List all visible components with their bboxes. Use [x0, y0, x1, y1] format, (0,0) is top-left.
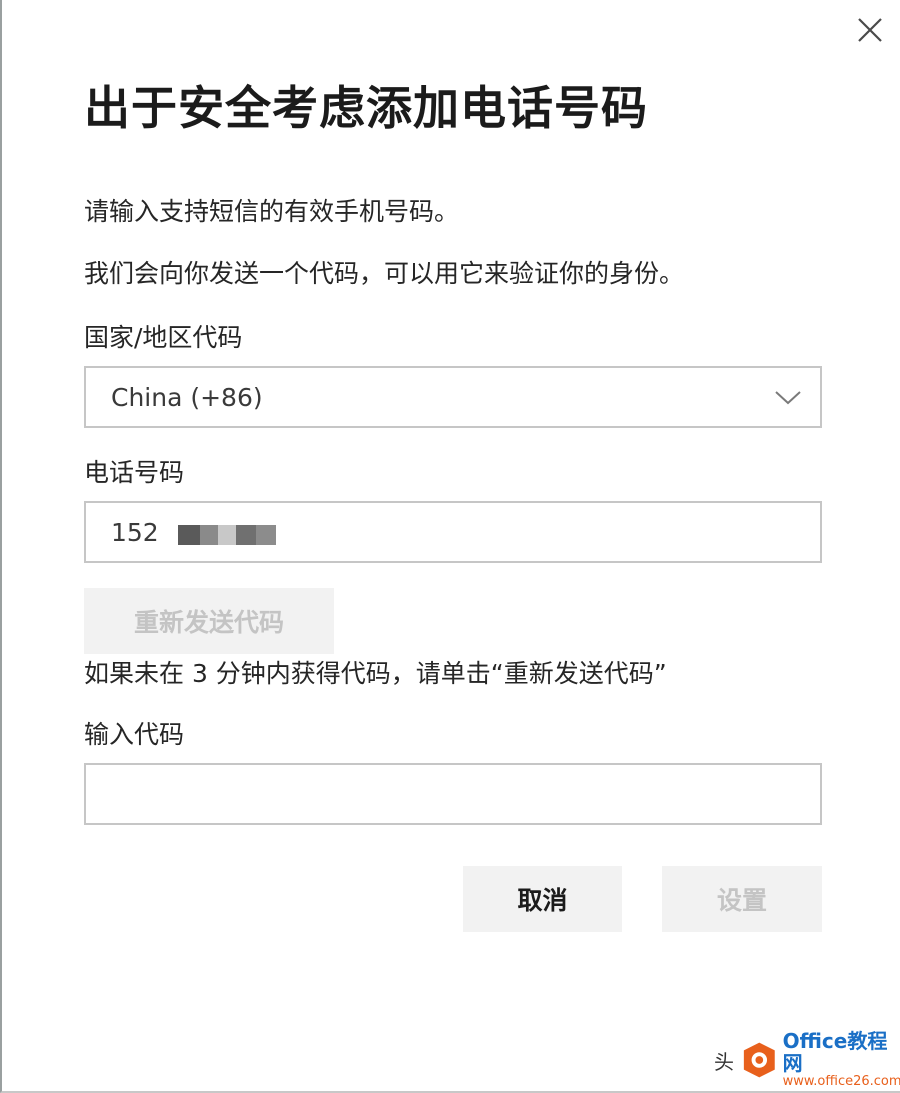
enter-code-input[interactable] [84, 763, 822, 825]
close-icon [858, 18, 882, 42]
phone-number-value: 152 [111, 518, 159, 547]
watermark: 头 Office教程网 www.office26.com [714, 1030, 900, 1089]
add-phone-dialog: 出于安全考虑添加电话号码 请输入支持短信的有效手机号码。 我们会向你发送一个代码… [0, 0, 900, 1093]
watermark-text: 头 [714, 1049, 734, 1074]
phone-number-label: 电话号码 [84, 458, 185, 487]
phone-number-input[interactable]: 152 [84, 501, 822, 563]
country-code-select[interactable]: China (+86) [84, 366, 822, 428]
chevron-down-icon [775, 391, 801, 405]
set-button[interactable]: 设置 [662, 866, 822, 932]
country-code-label: 国家/地区代码 [84, 323, 243, 352]
resend-hint-text: 如果未在 3 分钟内获得代码，请单击“重新发送代码” [84, 659, 667, 688]
instruction-text-1: 请输入支持短信的有效手机号码。 [84, 197, 460, 226]
watermark-brand: Office教程网 [782, 1029, 888, 1075]
close-button[interactable] [852, 12, 888, 48]
resend-code-button[interactable]: 重新发送代码 [84, 588, 334, 654]
phone-number-redaction [178, 525, 276, 545]
cancel-button[interactable]: 取消 [463, 866, 622, 932]
country-code-value: China (+86) [111, 383, 263, 412]
instruction-text-2: 我们会向你发送一个代码，可以用它来验证你的身份。 [84, 259, 685, 288]
watermark-url: www.office26.com [782, 1074, 900, 1089]
office-logo-icon [743, 1042, 775, 1078]
dialog-title: 出于安全考虑添加电话号码 [84, 81, 648, 135]
enter-code-label: 输入代码 [84, 720, 185, 749]
